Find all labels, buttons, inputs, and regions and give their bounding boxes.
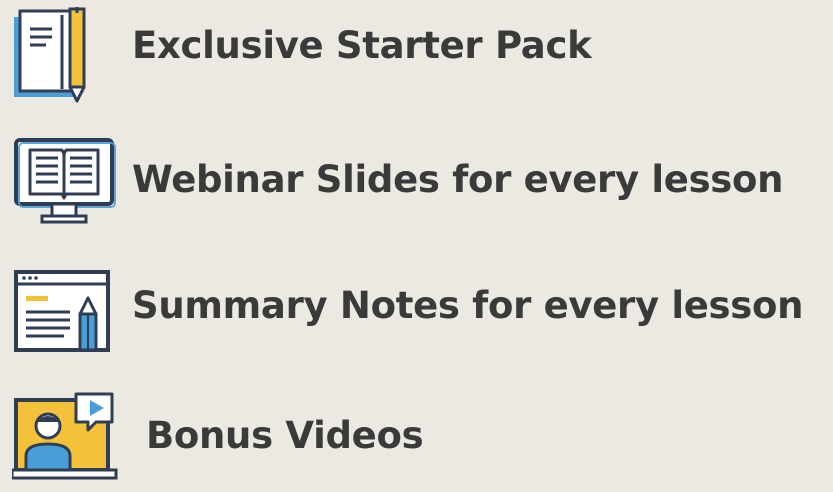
item-label: Exclusive Starter Pack xyxy=(132,24,592,67)
book-pencil-icon xyxy=(14,7,86,103)
video-presenter-icon xyxy=(12,392,118,480)
monitor-book-icon xyxy=(14,138,116,224)
list-item-webinar-slides: Webinar Slides for every lesson xyxy=(0,130,833,224)
item-label: Webinar Slides for every lesson xyxy=(132,158,784,201)
item-label: Summary Notes for every lesson xyxy=(132,284,804,327)
list-item-starter-pack: Exclusive Starter Pack xyxy=(0,0,833,103)
list-item-bonus-videos: Bonus Videos xyxy=(0,376,833,480)
list-item-summary-notes: Summary Notes for every lesson xyxy=(0,250,833,352)
item-label: Bonus Videos xyxy=(146,414,424,457)
notes-window-pencil-icon xyxy=(14,270,110,352)
